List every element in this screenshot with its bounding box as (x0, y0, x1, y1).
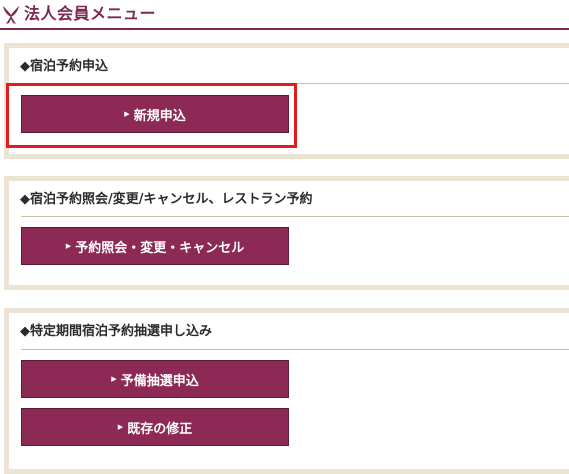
section-divider (21, 349, 569, 350)
arrow-right-icon: ▶ (117, 422, 124, 431)
button-label: 既存の修正 (127, 421, 193, 437)
section-divider (21, 216, 569, 217)
ribbon-logo-icon (0, 3, 22, 25)
inquiry-change-cancel-button[interactable]: ▶ 予約照会・変更・キャンセル (21, 227, 289, 265)
page-header: 法人会員メニュー (0, 0, 569, 30)
section-divider (21, 83, 569, 84)
section-title: ◆宿泊予約申込 (20, 59, 108, 74)
modify-existing-button[interactable]: ▶ 既存の修正 (21, 408, 289, 446)
section-title: ◆特定期間宿泊予約抽選申し込み (20, 324, 212, 339)
button-label: 新規申込 (133, 108, 186, 124)
new-application-button[interactable]: ▶ 新規申込 (21, 95, 289, 133)
section-reservation-application: ◆宿泊予約申込 ▶ 新規申込 (4, 43, 569, 159)
section-title: ◆宿泊予約照会/変更/キャンセル、レストラン予約 (20, 192, 313, 207)
button-label: 予備抽選申込 (120, 373, 199, 389)
page-title: 法人会員メニュー (24, 4, 157, 23)
preliminary-lottery-button[interactable]: ▶ 予備抽選申込 (21, 360, 289, 398)
section-reservation-inquiry: ◆宿泊予約照会/変更/キャンセル、レストラン予約 ▶ 予約照会・変更・キャンセル (4, 176, 569, 290)
arrow-right-icon: ▶ (65, 241, 72, 250)
section-lottery-application: ◆特定期間宿泊予約抽選申し込み ▶ 予備抽選申込 ▶ 既存の修正 (4, 308, 569, 474)
arrow-right-icon: ▶ (124, 109, 130, 118)
arrow-right-icon: ▶ (111, 374, 117, 383)
button-label: 予約照会・変更・キャンセル (75, 240, 245, 256)
